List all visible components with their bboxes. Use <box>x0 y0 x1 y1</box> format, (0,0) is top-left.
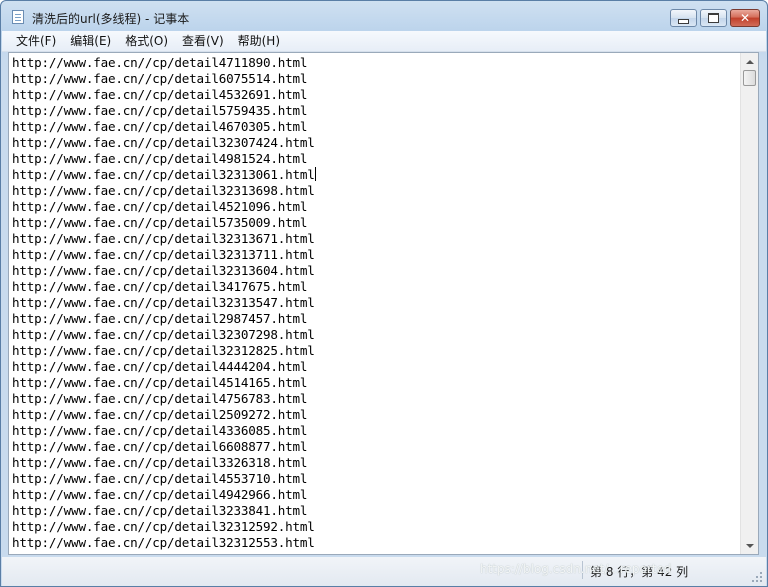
text-line[interactable]: http://www.fae.cn//cp/detail32313547.htm… <box>12 295 740 311</box>
text-content[interactable]: http://www.fae.cn//cp/detail4711890.html… <box>12 55 740 553</box>
text-line[interactable]: http://www.fae.cn//cp/detail4336085.html <box>12 423 740 439</box>
text-line[interactable]: http://www.fae.cn//cp/detail3233841.html <box>12 503 740 519</box>
resize-grip-icon[interactable] <box>751 571 763 583</box>
scroll-down-button[interactable] <box>741 537 758 554</box>
menu-view[interactable]: 查看(V) <box>175 32 231 50</box>
close-icon: ✕ <box>739 11 751 25</box>
menu-format[interactable]: 格式(O) <box>118 32 175 50</box>
text-line[interactable]: http://www.fae.cn//cp/detail4553710.html <box>12 471 740 487</box>
scroll-thumb[interactable] <box>743 70 756 86</box>
text-line[interactable]: http://www.fae.cn//cp/detail4756783.html <box>12 391 740 407</box>
text-line[interactable]: http://www.fae.cn//cp/detail4532691.html <box>12 87 740 103</box>
text-line[interactable]: http://www.fae.cn//cp/detail32313604.htm… <box>12 263 740 279</box>
text-line[interactable]: http://www.fae.cn//cp/detail32313711.htm… <box>12 247 740 263</box>
text-line[interactable]: http://www.fae.cn//cp/detail4521096.html <box>12 199 740 215</box>
text-line[interactable]: http://www.fae.cn//cp/detail32312553.htm… <box>12 535 740 551</box>
arrow-down-icon <box>745 543 754 548</box>
text-caret <box>314 167 316 181</box>
maximize-icon <box>708 13 719 23</box>
text-line[interactable]: http://www.fae.cn//cp/detail32313698.htm… <box>12 183 740 199</box>
text-line[interactable]: http://www.fae.cn//cp/detail4981524.html <box>12 151 740 167</box>
scroll-up-button[interactable] <box>741 53 758 70</box>
text-line[interactable]: http://www.fae.cn//cp/detail4444204.html <box>12 359 740 375</box>
text-line[interactable]: http://www.fae.cn//cp/detail5759435.html <box>12 103 740 119</box>
text-line[interactable]: http://www.fae.cn//cp/detail32313061.htm… <box>12 167 740 183</box>
text-line[interactable]: http://www.fae.cn//cp/detail32307424.htm… <box>12 135 740 151</box>
text-line[interactable]: http://www.fae.cn//cp/detail6075514.html <box>12 71 740 87</box>
text-line[interactable]: http://www.fae.cn//cp/detail4670305.html <box>12 119 740 135</box>
caption-buttons: ✕ <box>667 9 760 28</box>
text-line[interactable]: http://www.fae.cn//cp/detail4514165.html <box>12 375 740 391</box>
text-line[interactable]: http://www.fae.cn//cp/detail2509272.html <box>12 407 740 423</box>
text-line[interactable]: http://www.fae.cn//cp/detail32307298.htm… <box>12 327 740 343</box>
text-line[interactable]: http://www.fae.cn//cp/detail32312592.htm… <box>12 519 740 535</box>
text-line[interactable]: http://www.fae.cn//cp/detail32312825.htm… <box>12 343 740 359</box>
text-line[interactable]: http://www.fae.cn//cp/detail4711890.html <box>12 55 740 71</box>
vertical-scrollbar[interactable] <box>740 53 758 554</box>
text-line[interactable]: http://www.fae.cn//cp/detail6608877.html <box>12 439 740 455</box>
close-button[interactable]: ✕ <box>730 9 760 27</box>
text-line[interactable]: http://www.fae.cn//cp/detail2987457.html <box>12 311 740 327</box>
maximize-button[interactable] <box>700 9 727 27</box>
minimize-icon <box>678 18 689 24</box>
text-editor[interactable]: http://www.fae.cn//cp/detail4711890.html… <box>8 52 759 555</box>
title-bar[interactable]: 清洗后的url(多线程) - 记事本 ✕ <box>1 1 767 31</box>
window-title: 清洗后的url(多线程) - 记事本 <box>32 12 190 26</box>
text-line[interactable]: http://www.fae.cn//cp/detail5735009.html <box>12 215 740 231</box>
text-line[interactable]: http://www.fae.cn//cp/detail4942966.html <box>12 487 740 503</box>
notepad-icon[interactable] <box>12 10 24 24</box>
menu-edit[interactable]: 编辑(E) <box>63 32 118 50</box>
minimize-button[interactable] <box>670 9 697 27</box>
arrow-up-icon <box>745 59 754 64</box>
menu-help[interactable]: 帮助(H) <box>231 32 287 50</box>
watermark: https://blog.csdn.net/...reported <box>480 562 672 576</box>
menu-bar: 文件(F) 编辑(E) 格式(O) 查看(V) 帮助(H) <box>2 31 766 52</box>
text-line[interactable]: http://www.fae.cn//cp/detail3326318.html <box>12 455 740 471</box>
notepad-window: 清洗后的url(多线程) - 记事本 ✕ 文件(F) 编辑(E) 格式(O) 查… <box>0 0 768 587</box>
text-line[interactable]: http://www.fae.cn//cp/detail3417675.html <box>12 279 740 295</box>
text-line[interactable]: http://www.fae.cn//cp/detail32313671.htm… <box>12 231 740 247</box>
menu-file[interactable]: 文件(F) <box>9 32 63 50</box>
